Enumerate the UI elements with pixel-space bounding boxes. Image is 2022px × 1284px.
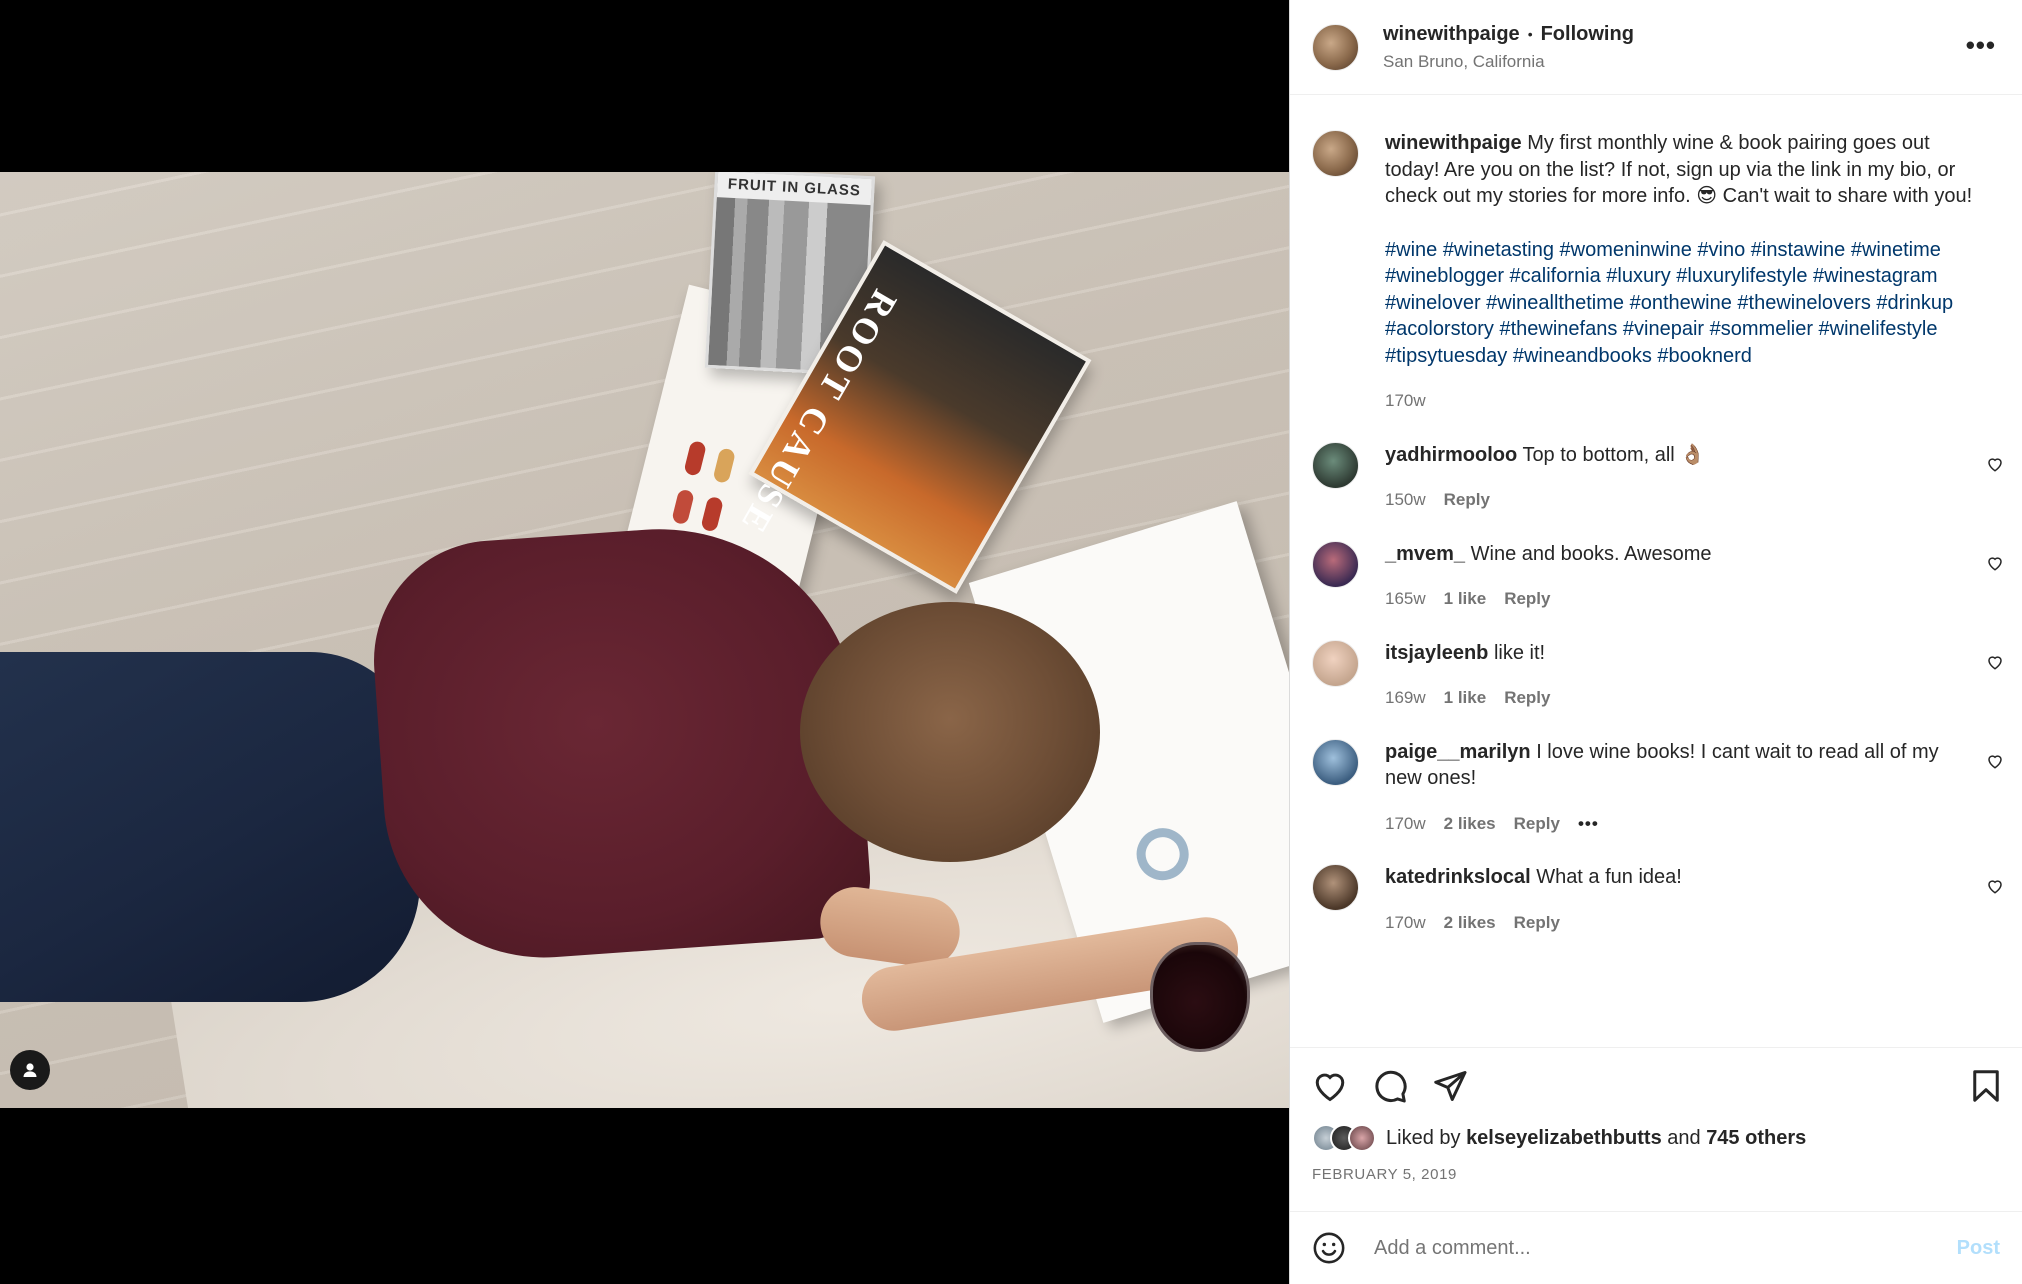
comment-like-heart-icon[interactable] [1986,554,2004,572]
avatar[interactable] [1312,441,1359,489]
likes-count[interactable]: 1 like [1444,685,1487,712]
timestamp: 150w [1385,490,1426,509]
post-side-panel: winewithpaige • Following San Bruno, Cal… [1289,0,2022,1284]
comment-username[interactable]: katedrinkslocal [1385,866,1531,888]
reply-button[interactable]: Reply [1514,811,1560,838]
comment-text: Wine and books. Awesome [1470,542,1712,565]
timestamp: 169w [1385,688,1426,707]
avatar[interactable] [1312,864,1359,911]
comment-like-heart-icon[interactable] [1986,455,2004,473]
add-comment-bar: Post [1290,1211,2022,1284]
liker-username[interactable]: kelseyelizabethbutts [1466,1127,1662,1150]
post-photo[interactable]: FRUIT IN GLASS ROOT CAUSE [0,172,1289,1108]
post-media[interactable]: FRUIT IN GLASS ROOT CAUSE [0,0,1289,1284]
avatar[interactable] [1312,130,1359,177]
reply-button[interactable]: Reply [1504,685,1550,712]
avatar[interactable] [1312,738,1359,786]
author-username[interactable]: winewithpaige [1383,23,1520,46]
post-date[interactable]: FEBRUARY 5, 2019 [1290,1152,2022,1183]
comment-icon[interactable] [1372,1068,1408,1104]
comment-username[interactable]: _mvem_ [1385,543,1465,565]
comment-text: What a fun idea! [1536,866,1682,888]
separator: • [1527,26,1533,42]
comment-row: yadhirmooloo Top to bottom, all 👌🏽 150w … [1290,441,2022,514]
timestamp: 170w [1385,391,1426,410]
comment-row: paige__marilyn I love wine books! I cant… [1290,738,2022,838]
likes-others-link[interactable]: 745 others [1706,1127,1806,1150]
likes-count[interactable]: 2 likes [1444,910,1496,937]
comment-input[interactable] [1374,1236,1957,1260]
post-comment-button[interactable]: Post [1957,1237,2000,1260]
reply-button[interactable]: Reply [1504,586,1550,613]
comment-like-heart-icon[interactable] [1986,752,2004,770]
likes-prefix: Liked by [1386,1126,1461,1149]
user-tag-icon[interactable] [10,1050,50,1090]
person-hair [800,602,1100,862]
comment-username[interactable]: yadhirmooloo [1385,444,1517,466]
reply-button[interactable]: Reply [1514,910,1560,937]
likes-count[interactable]: 1 like [1444,586,1487,613]
comment-row: katedrinkslocal What a fun idea! 170w 2 … [1290,864,2022,936]
likes-summary: Liked by kelseyelizabethbutts and 745 ot… [1290,1104,2022,1152]
person-jeans [0,652,420,1002]
post-actions: Liked by kelseyelizabethbutts and 745 ot… [1290,1047,2022,1212]
avatar[interactable] [1312,540,1359,588]
instagram-post-view: FRUIT IN GLASS ROOT CAUSE winewithpaige … [0,0,2022,1284]
more-options-icon[interactable]: ••• [1966,30,1996,61]
caption-username[interactable]: winewithpaige [1385,132,1522,154]
chart-ring [1130,821,1196,887]
emoji-icon[interactable] [1312,1231,1346,1265]
following-button[interactable]: Following [1541,23,1634,46]
bookmark-icon[interactable] [1968,1068,2004,1104]
liker-avatars[interactable] [1312,1124,1376,1152]
heart-icon[interactable] [1312,1068,1348,1104]
wine-glass [1150,942,1250,1052]
comment-text: like it! [1493,641,1546,664]
comment-like-heart-icon[interactable] [1986,653,2004,671]
book-title: FRUIT IN GLASS [716,172,872,206]
avatar[interactable] [1312,639,1359,687]
comments-scroll[interactable]: winewithpaige My first monthly wine & bo… [1290,96,2022,1046]
comment-row: _mvem_ Wine and books. Awesome 165w 1 li… [1290,540,2022,613]
timestamp: 170w [1385,912,1426,932]
caption-hashtags[interactable]: #wine #winetasting #womeninwine #vino #i… [1385,237,1982,370]
comment-more-icon[interactable]: ••• [1578,811,1599,838]
location-link[interactable]: San Bruno, California [1383,52,1634,72]
comment-like-heart-icon[interactable] [1986,877,2004,895]
comment-row: itsjayleenb like it! 169w 1 like Reply [1290,639,2022,712]
comment-text: Top to bottom, all 👌🏽 [1522,443,1706,466]
reply-button[interactable]: Reply [1444,487,1490,514]
comment-username[interactable]: paige__marilyn [1385,741,1531,763]
comment-username[interactable]: itsjayleenb [1385,642,1488,664]
post-header: winewithpaige • Following San Bruno, Cal… [1290,0,2022,95]
likes-joiner: and [1667,1126,1701,1149]
timestamp: 170w [1385,813,1426,833]
likes-count[interactable]: 2 likes [1444,811,1496,838]
share-icon[interactable] [1432,1068,1468,1104]
post-caption: winewithpaige My first monthly wine & bo… [1290,96,2022,415]
timestamp: 165w [1385,589,1426,608]
avatar[interactable] [1312,23,1359,71]
